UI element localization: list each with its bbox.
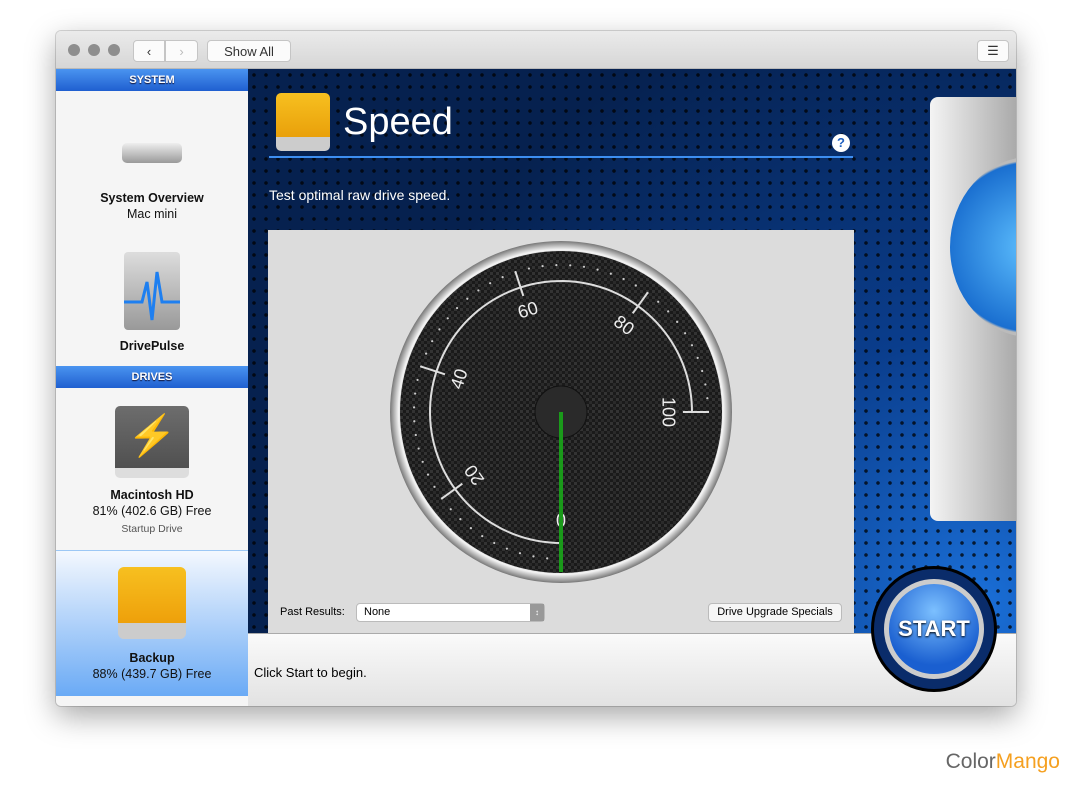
gauge-panel: 020406080100 Past Results: None ↕ Drive … bbox=[268, 230, 854, 633]
sidebar-item-backup[interactable]: Backup 88% (439.7 GB) Free bbox=[56, 551, 248, 696]
gauge-dot bbox=[555, 263, 558, 267]
gauge-dot bbox=[455, 306, 459, 310]
gauge-dot bbox=[696, 356, 699, 359]
item-subtitle: Mac mini bbox=[126, 207, 177, 221]
internal-drive-icon: ⚡ bbox=[115, 406, 189, 478]
watermark: ColorMango bbox=[946, 750, 1060, 774]
updown-icon: ↕ bbox=[530, 604, 544, 621]
gauge-tick-label: 100 bbox=[658, 397, 678, 427]
gauge-dot bbox=[489, 282, 492, 285]
gauge-dot bbox=[477, 289, 480, 292]
gauge-dot bbox=[541, 265, 544, 268]
gauge-dot bbox=[609, 272, 612, 275]
list-icon: ☰ bbox=[987, 43, 999, 58]
gauge-dot bbox=[413, 420, 416, 423]
watermark-part: Color bbox=[945, 750, 996, 773]
gauge-dot bbox=[667, 310, 670, 313]
drivepulse-icon bbox=[124, 252, 180, 330]
gauge-dot bbox=[690, 344, 694, 347]
gauge-dot bbox=[676, 320, 679, 324]
drive-upgrade-specials-button[interactable]: Drive Upgrade Specials bbox=[708, 603, 842, 622]
drive-name: Backup bbox=[129, 651, 175, 665]
gauge-dot bbox=[622, 277, 625, 281]
sidebar-item-macintosh-hd[interactable]: ⚡ Macintosh HD 81% (402.6 GB) Free Start… bbox=[56, 388, 248, 551]
gauge-dot bbox=[412, 406, 416, 409]
gauge-dot bbox=[433, 485, 436, 488]
gauge-dot bbox=[426, 473, 430, 476]
sidebar-item-drivepulse[interactable]: DrivePulse bbox=[56, 246, 248, 366]
gauge-dot bbox=[704, 383, 707, 386]
drives-header: DRIVES bbox=[56, 366, 248, 388]
gauge-dot bbox=[596, 268, 599, 271]
back-button[interactable]: ‹ bbox=[133, 40, 165, 62]
speed-gauge: 020406080100 bbox=[390, 241, 732, 583]
speed-panel: Speed ? Test optimal raw drive speed. 02… bbox=[248, 69, 1016, 633]
gauge-dot bbox=[459, 518, 462, 521]
watermark-part: Mango bbox=[995, 750, 1060, 773]
sidebar: SYSTEM System Overview Mac mini DrivePul… bbox=[56, 69, 248, 706]
description: Test optimal raw drive speed. bbox=[269, 187, 451, 203]
drive-note: Startup Drive bbox=[121, 523, 183, 535]
gauge-dot bbox=[532, 555, 535, 558]
gauge-dot bbox=[657, 300, 660, 303]
forward-button[interactable]: › bbox=[165, 40, 198, 62]
gauge-dot bbox=[501, 275, 504, 279]
gauge-dot bbox=[469, 527, 473, 530]
chevron-left-icon: ‹ bbox=[146, 43, 152, 59]
gauge-dot bbox=[414, 433, 417, 437]
gauge-dot bbox=[527, 267, 531, 270]
gauge-dot bbox=[416, 378, 419, 382]
gauge-dot bbox=[684, 332, 687, 335]
external-drive-icon bbox=[118, 567, 186, 639]
gauge-dot bbox=[424, 352, 428, 355]
toolbar: ‹ › Show All ☰ bbox=[56, 31, 1016, 69]
help-button[interactable]: ? bbox=[832, 134, 850, 152]
drive-free: 88% (439.7 GB) Free bbox=[92, 667, 212, 681]
gauge-dot bbox=[569, 264, 572, 267]
drive-free: 81% (402.6 GB) Free bbox=[92, 504, 212, 518]
gauge-dot bbox=[493, 541, 496, 545]
chevron-right-icon: › bbox=[179, 43, 184, 59]
gauge-dot bbox=[438, 328, 441, 331]
sidebar-item-system-overview[interactable]: System Overview Mac mini bbox=[56, 91, 248, 246]
list-view-button[interactable]: ☰ bbox=[977, 40, 1009, 62]
gauge-dot bbox=[701, 369, 704, 373]
minimize-button[interactable] bbox=[88, 44, 100, 56]
system-header: SYSTEM bbox=[56, 69, 248, 91]
close-button[interactable] bbox=[68, 44, 80, 56]
start-label: START bbox=[884, 579, 984, 679]
title-divider bbox=[269, 156, 853, 158]
drive-name: Macintosh HD bbox=[110, 488, 194, 502]
start-button[interactable]: START bbox=[871, 566, 997, 692]
gauge-dot bbox=[481, 535, 484, 538]
zoom-button[interactable] bbox=[108, 44, 120, 56]
gauge-dot bbox=[706, 397, 709, 400]
gauge-dot bbox=[546, 557, 549, 560]
show-all-button[interactable]: Show All bbox=[207, 40, 291, 62]
gauge-dot bbox=[634, 284, 637, 287]
select-value: None bbox=[364, 606, 391, 618]
gauge-dot bbox=[421, 460, 424, 463]
gauge-dot bbox=[431, 340, 434, 343]
gauge-dot bbox=[582, 265, 586, 268]
app-window: ‹ › Show All ☰ SYSTEM System Overview Ma… bbox=[56, 31, 1016, 706]
mac-mini-icon bbox=[122, 143, 182, 163]
gauge-dot bbox=[449, 508, 452, 511]
drive-artwork bbox=[930, 97, 1016, 521]
past-results-select[interactable]: None ↕ bbox=[356, 603, 545, 622]
gauge-dot bbox=[505, 547, 508, 550]
gauge-dot bbox=[446, 317, 449, 320]
page-title: Speed bbox=[343, 101, 453, 143]
drive-platter bbox=[950, 157, 1016, 337]
gauge-dot bbox=[417, 447, 420, 450]
item-title: System Overview bbox=[100, 191, 204, 205]
speed-drive-icon bbox=[276, 93, 330, 151]
gauge-dot bbox=[518, 552, 522, 555]
past-results-label: Past Results: bbox=[280, 606, 345, 618]
gauge-dot bbox=[466, 297, 469, 300]
status-text: Click Start to begin. bbox=[254, 665, 367, 680]
item-title: DrivePulse bbox=[119, 339, 185, 353]
gauge-dot bbox=[414, 392, 417, 395]
